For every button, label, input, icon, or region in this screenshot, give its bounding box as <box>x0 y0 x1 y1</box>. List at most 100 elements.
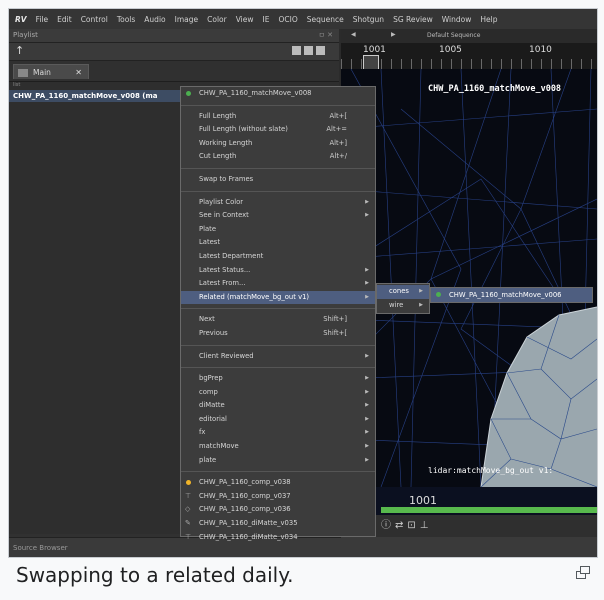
menu-item-latest-department[interactable]: Latest Department <box>181 250 375 264</box>
menu-view[interactable]: View <box>236 15 254 24</box>
tab-main[interactable]: Main ✕ <box>13 64 89 79</box>
step-back-icon[interactable]: ◀ <box>351 31 356 38</box>
playlist-title: Playlist <box>13 31 38 39</box>
menu-item-plate-dept[interactable]: plate ▶ <box>181 454 375 468</box>
audio-icon[interactable]: ⊥ <box>420 520 433 531</box>
menu-item-version[interactable]: ✎ CHW_PA_1160_diMatte_v035 <box>181 517 375 531</box>
menu-ocio[interactable]: OCIO <box>278 15 297 24</box>
viewer-image[interactable] <box>341 68 597 488</box>
menu-image[interactable]: Image <box>175 15 199 24</box>
menu-header-label: CHW_PA_1160_matchMove_v008 <box>199 89 312 97</box>
menu-item-label: diMatte <box>199 401 225 410</box>
menu-item-swap-to-frames[interactable]: Swap to Frames <box>181 173 375 187</box>
menu-edit[interactable]: Edit <box>57 15 72 24</box>
menu-item-label: cones <box>389 287 409 295</box>
playlist-icon <box>18 69 28 77</box>
separator <box>181 167 375 169</box>
menu-item-previous[interactable]: Previous Shift+[ <box>181 327 375 341</box>
menu-file[interactable]: File <box>36 15 49 24</box>
figure-caption: Swapping to a related daily. <box>16 563 294 587</box>
submenu-item-matchmove-v006[interactable]: CHW_PA_1160_matchMove_v006 <box>431 288 592 302</box>
playhead-handle[interactable] <box>363 55 379 70</box>
menubar: RV File Edit Control Tools Audio Image C… <box>9 9 597 29</box>
menu-item-fx[interactable]: fx ▶ <box>181 426 375 440</box>
menu-ie[interactable]: IE <box>263 15 270 24</box>
menu-item-dimatte[interactable]: diMatte ▶ <box>181 399 375 413</box>
menu-item-latest[interactable]: Latest <box>181 236 375 250</box>
menu-audio[interactable]: Audio <box>144 15 165 24</box>
menu-item-client-reviewed[interactable]: Client Reviewed ▶ <box>181 350 375 364</box>
menu-item-label: bgPrep <box>199 374 223 383</box>
menu-item-full-length-no-slate[interactable]: Full Length (without slate) Alt+= <box>181 123 375 137</box>
menu-item-see-in-context[interactable]: See in Context ▶ <box>181 209 375 223</box>
menu-item-comp[interactable]: comp ▶ <box>181 386 375 400</box>
diamond-arrows-icon: ◇ <box>185 505 191 514</box>
panel-close-icon[interactable]: ㅁ ✕ <box>318 29 333 42</box>
hammer-icon: ⊤ <box>185 491 192 500</box>
loop-icon[interactable]: ⇄ <box>395 520 407 531</box>
submenu-arrow-icon: ▶ <box>365 280 369 287</box>
detail-view-icon[interactable] <box>304 46 313 55</box>
frame-range-bar[interactable] <box>381 507 597 513</box>
step-forward-icon[interactable]: ▶ <box>391 31 396 38</box>
menu-item-label: Working Length <box>199 138 253 147</box>
ruler-label: 1001 <box>363 45 386 55</box>
viewer-title: CHW_PA_1160_matchMove_v008 <box>428 84 562 94</box>
menu-item-label: Latest From... <box>199 279 246 288</box>
up-arrow-icon[interactable]: ↑ <box>15 44 24 57</box>
menu-item-bgprep[interactable]: bgPrep ▶ <box>181 372 375 386</box>
menu-item-matchmove[interactable]: matchMove ▶ <box>181 440 375 454</box>
playlist-tabs: Main ✕ <box>9 61 339 82</box>
menu-sequence[interactable]: Sequence <box>307 15 344 24</box>
menu-window[interactable]: Window <box>442 15 472 24</box>
submenu-item-wire[interactable]: wire ▶ <box>377 299 429 313</box>
menu-item-related[interactable]: Related (matchMove_bg_out v1) ▶ <box>181 290 375 305</box>
zoom-icon[interactable]: ⊡ <box>407 520 419 531</box>
submenu-arrow-icon: ▶ <box>365 443 369 450</box>
menu-item-cut-length[interactable]: Cut Length Alt+/ <box>181 150 375 164</box>
menu-item-latest-from[interactable]: Latest From... ▶ <box>181 277 375 291</box>
menu-item-playlist-color[interactable]: Playlist Color ▶ <box>181 196 375 210</box>
menu-help[interactable]: Help <box>480 15 497 24</box>
info-icon[interactable]: ⓘ <box>381 520 395 531</box>
menu-item-version[interactable]: ◇ CHW_PA_1160_comp_v036 <box>181 503 375 517</box>
menu-control[interactable]: Control <box>81 15 108 24</box>
close-tab-icon[interactable]: ✕ <box>75 65 82 80</box>
menu-item-working-length[interactable]: Working Length Alt+] <box>181 137 375 151</box>
menu-item-label: Latest Status... <box>199 265 251 274</box>
menu-shotgun[interactable]: Shotgun <box>353 15 384 24</box>
viewer-controls: ⓘ⇄⊡⊥ <box>341 515 597 537</box>
menu-item-editorial[interactable]: editorial ▶ <box>181 413 375 427</box>
shortcut-label: Alt+/ <box>329 152 347 161</box>
menu-item-full-length[interactable]: Full Length Alt+[ <box>181 110 375 124</box>
list-view-icon[interactable] <box>292 46 301 55</box>
shortcut-label: Alt+[ <box>329 111 347 120</box>
menu-tools[interactable]: Tools <box>117 15 135 24</box>
menu-item-label: Full Length (without slate) <box>199 125 288 134</box>
menu-item-label: comp <box>199 387 218 396</box>
menu-item-version[interactable]: ⊤ CHW_PA_1160_diMatte_v034 <box>181 531 375 545</box>
playlist-item-selected[interactable]: CHW_PA_1160_matchMove_v008 (ma <box>9 90 185 102</box>
menu-item-plate[interactable]: Plate <box>181 223 375 237</box>
menu-item-version[interactable]: ⊤ CHW_PA_1160_comp_v037 <box>181 490 375 504</box>
timeline-ruler[interactable]: 1001 1005 1010 <box>341 43 597 70</box>
menu-color[interactable]: Color <box>207 15 227 24</box>
menu-item-label: See in Context <box>199 211 249 220</box>
ruler-ticks <box>341 59 597 69</box>
menu-item-label: Previous <box>199 328 228 337</box>
tree-view-icon[interactable] <box>316 46 325 55</box>
playlist-toolbar: ↑ <box>9 43 339 61</box>
sequence-label[interactable]: Default Sequence <box>427 32 480 39</box>
menu-item-latest-status[interactable]: Latest Status... ▶ <box>181 264 375 278</box>
cones-submenu: CHW_PA_1160_matchMove_v006 <box>430 287 593 303</box>
menu-item-next[interactable]: Next Shift+] <box>181 313 375 327</box>
submenu-arrow-icon: ▶ <box>365 456 369 463</box>
menu-item-label: Playlist Color <box>199 197 244 206</box>
enlarge-icon[interactable] <box>576 566 590 579</box>
menu-sg-review[interactable]: SG Review <box>393 15 433 24</box>
matchmove-render <box>341 68 597 488</box>
menu-item-label: CHW_PA_1160_comp_v038 <box>199 478 291 487</box>
menu-item-version[interactable]: CHW_PA_1160_comp_v038 <box>181 476 375 490</box>
submenu-item-cones[interactable]: cones ▶ <box>377 285 429 299</box>
submenu-arrow-icon: ▶ <box>365 429 369 436</box>
